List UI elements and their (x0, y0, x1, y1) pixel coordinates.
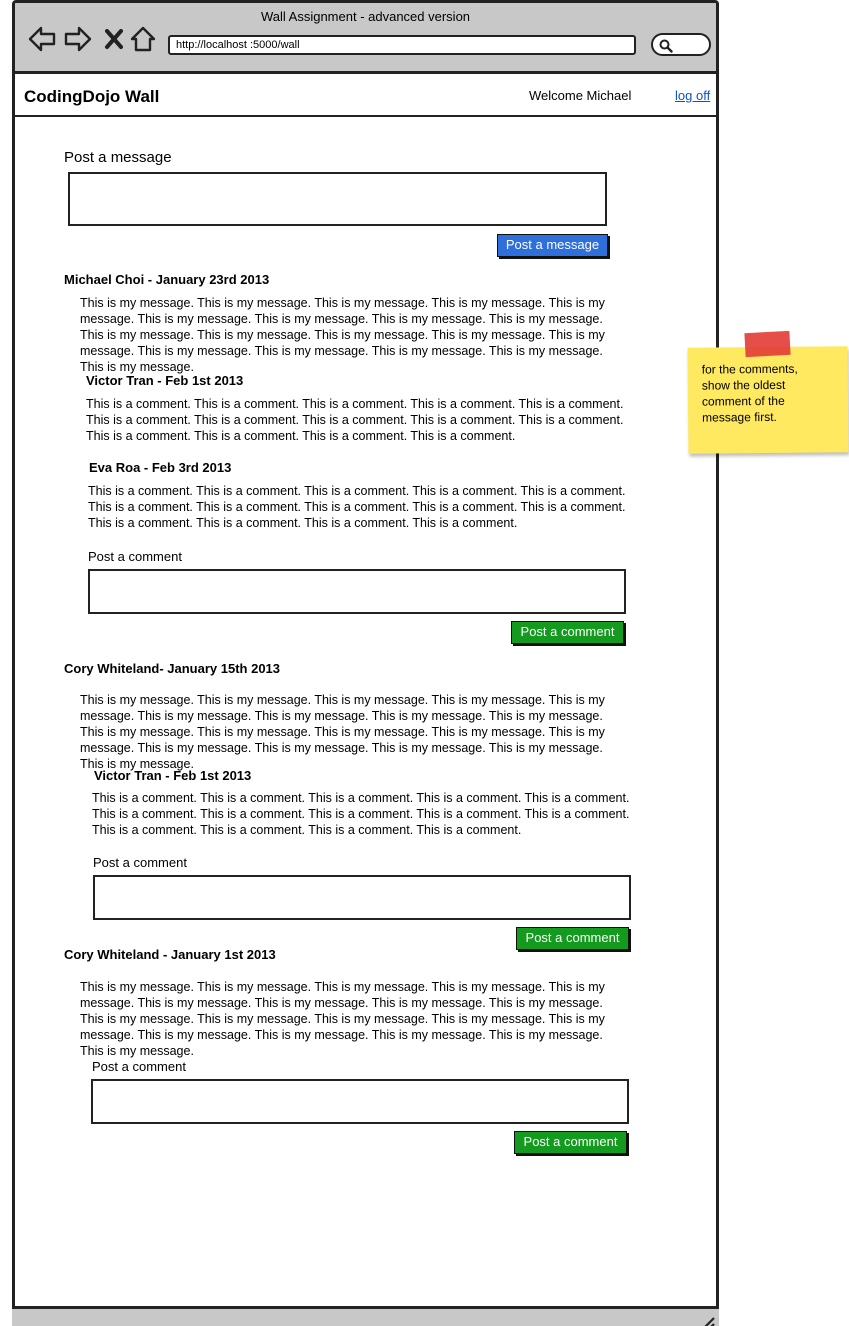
message-author: Cory Whiteland - January 1st 2013 (64, 947, 276, 962)
search-box[interactable] (651, 33, 711, 56)
welcome-text: Welcome Michael (529, 88, 632, 103)
comment-text: This is a comment. This is a comment. Th… (92, 791, 630, 837)
comment-textarea[interactable] (88, 569, 626, 614)
back-icon[interactable] (27, 25, 56, 53)
message-author: Michael Choi - January 23rd 2013 (64, 272, 270, 287)
post-comment-button[interactable]: Post a comment (511, 621, 624, 644)
brand-title: CodingDojo Wall (24, 87, 160, 106)
comment-textarea[interactable] (91, 1079, 629, 1124)
post-message-label: Post a message (64, 149, 172, 166)
address-bar[interactable]: http://localhost :5000/wall (168, 35, 636, 55)
post-message-button[interactable]: Post a message (497, 234, 608, 257)
comment-textarea[interactable] (93, 875, 631, 920)
message-text: This is my message. This is my message. … (80, 980, 605, 1058)
post-comment-label: Post a comment (93, 855, 187, 870)
search-icon (659, 39, 673, 53)
forward-icon[interactable] (63, 25, 92, 53)
message-text: This is my message. This is my message. … (80, 693, 605, 771)
tape-decoration (744, 330, 791, 358)
address-url: http://localhost :5000/wall (176, 39, 300, 51)
app-header: CodingDojo Wall Welcome Michael log off (15, 74, 716, 117)
post-comment-label: Post a comment (88, 549, 182, 564)
window-title: Wall Assignment - advanced version (260, 9, 471, 24)
close-icon[interactable] (103, 25, 131, 53)
logoff-link[interactable]: log off (675, 88, 710, 103)
message-textarea[interactable] (68, 172, 607, 226)
sticky-note: for the comments, show the oldest commen… (687, 346, 849, 454)
post-comment-button[interactable]: Post a comment (516, 927, 629, 950)
comment-author: Victor Tran - Feb 1st 2013 (94, 768, 252, 783)
post-comment-label: Post a comment (92, 1059, 186, 1074)
resize-grip-icon[interactable] (699, 1315, 715, 1326)
home-icon[interactable] (129, 25, 157, 53)
message-text: This is my message. This is my message. … (80, 296, 605, 374)
comment-text: This is a comment. This is a comment. Th… (86, 397, 624, 443)
browser-status-bar (12, 1306, 719, 1326)
browser-toolbar: Wall Assignment - advanced version http:… (15, 3, 716, 74)
message-author: Cory Whiteland- January 15th 2013 (64, 661, 281, 676)
comment-text: This is a comment. This is a comment. Th… (88, 484, 626, 530)
comment-author: Eva Roa - Feb 3rd 2013 (89, 460, 232, 475)
sticky-note-text: for the comments, show the oldest commen… (701, 361, 798, 425)
comment-author: Victor Tran - Feb 1st 2013 (86, 373, 244, 388)
post-comment-button[interactable]: Post a comment (514, 1131, 627, 1154)
